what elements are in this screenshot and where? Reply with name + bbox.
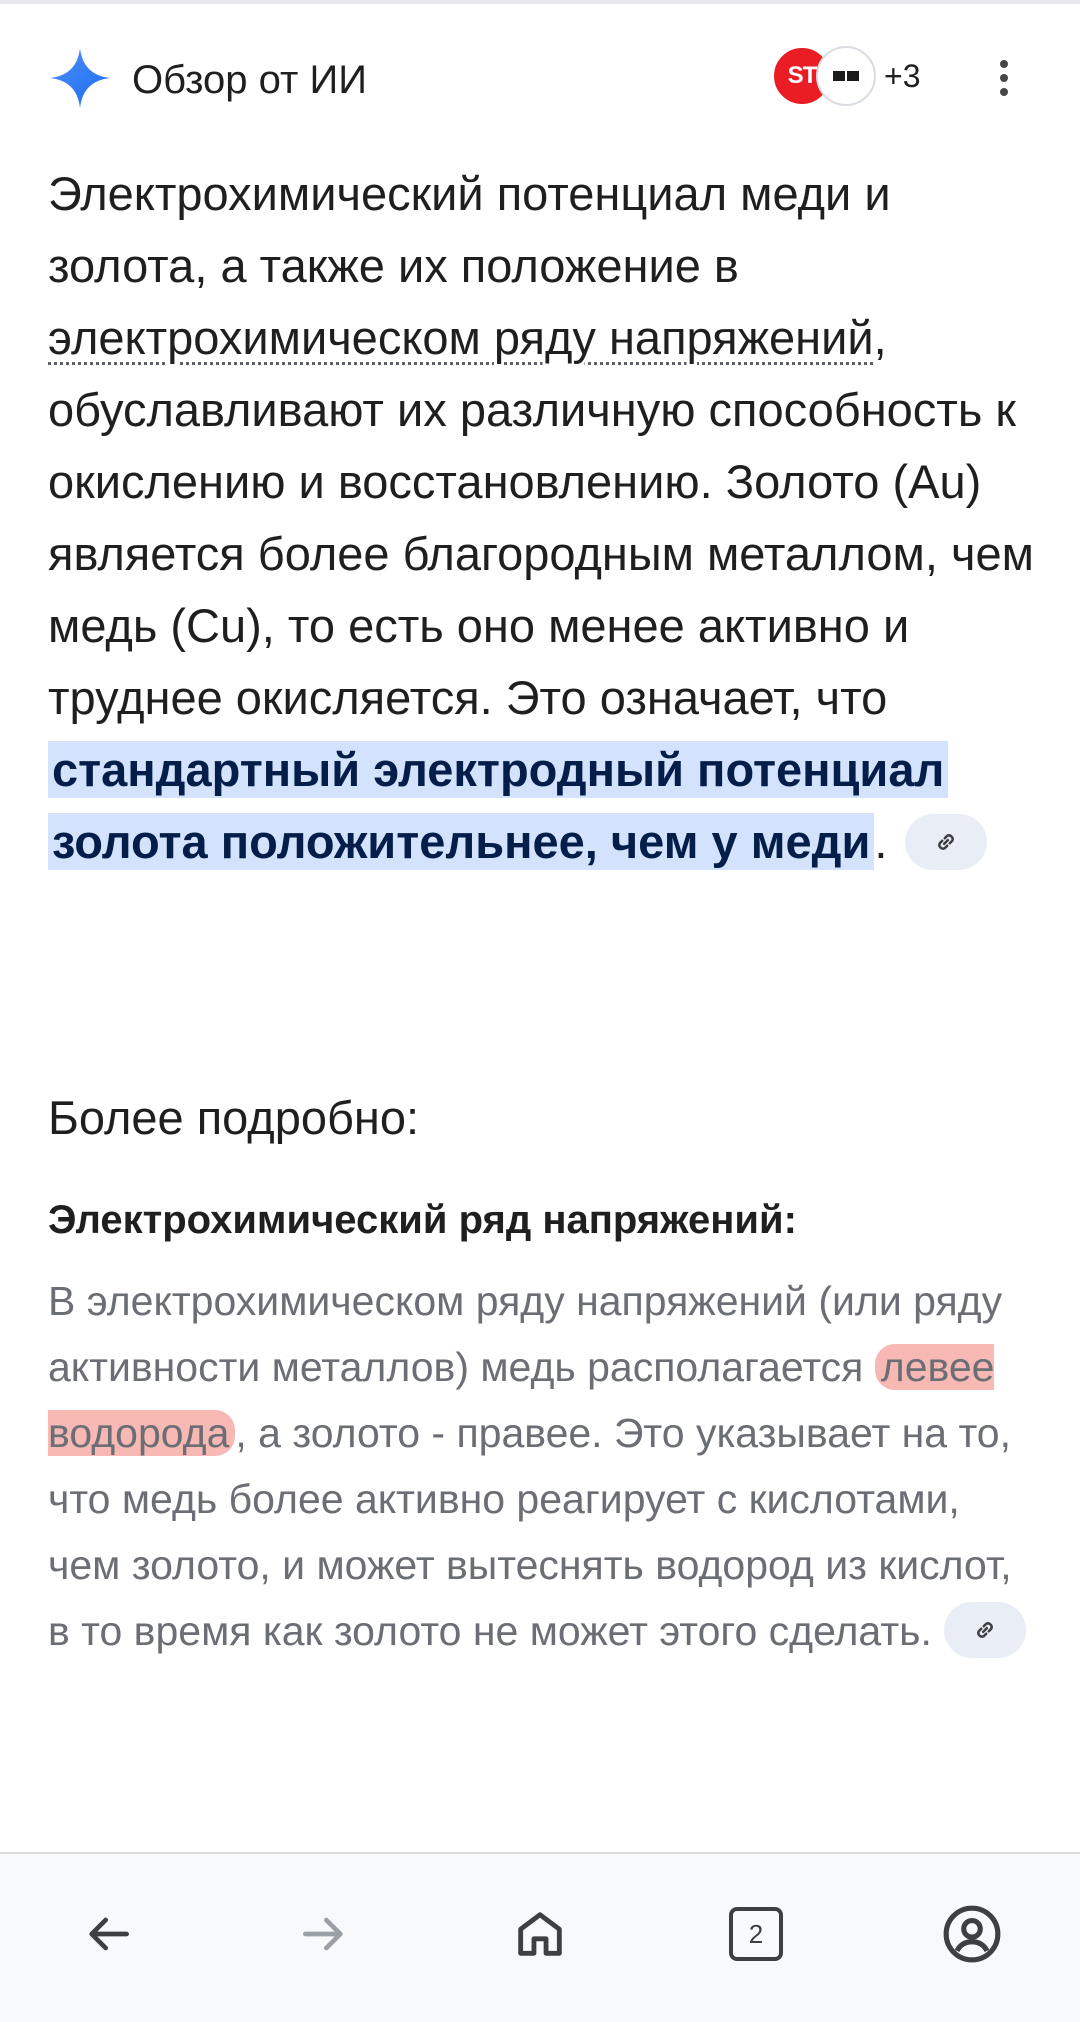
source-favicon-text: ST	[787, 62, 818, 89]
tabs-icon: 2	[729, 1907, 783, 1961]
tabs-button[interactable]: 2	[716, 1894, 796, 1974]
highlighted-statement: стандартный электродный потенциал золота…	[48, 741, 949, 870]
ai-overview-header: Обзор от ИИ ST +3	[0, 30, 1080, 126]
account-button[interactable]	[932, 1894, 1012, 1974]
back-arrow-icon	[89, 1917, 129, 1951]
forward-arrow-icon	[303, 1917, 343, 1951]
home-button[interactable]	[500, 1894, 580, 1974]
browser-bottom-bar: 2	[0, 1852, 1080, 2022]
overview-text-part2: , обуславливают их различную способность…	[48, 311, 1034, 724]
gemini-spark-icon	[48, 46, 112, 115]
tab-count: 2	[748, 1918, 764, 1949]
subsection-title: Электрохимический ряд напряжений:	[48, 1198, 797, 1242]
section-title: Более подробно:	[48, 1091, 420, 1144]
home-icon	[518, 1912, 562, 1956]
citation-link-button[interactable]	[905, 813, 988, 870]
overview-text-part1: Электрохимический потенциал меди и золот…	[48, 167, 891, 292]
source-favicon-2	[816, 46, 876, 106]
detail-text-part1: В электрохимическом ряду напряжений (или…	[48, 1278, 1003, 1390]
more-vert-icon[interactable]	[984, 50, 1024, 106]
detail-paragraph: В электрохимическом ряду напряжений (или…	[48, 1268, 1038, 1664]
overview-text-part3: .	[874, 815, 888, 868]
overview-paragraph: Электрохимический потенциал меди и золот…	[48, 158, 1038, 878]
back-button[interactable]	[68, 1894, 148, 1974]
link-icon	[977, 1622, 993, 1639]
forward-button[interactable]	[284, 1894, 364, 1974]
sources-more-count: +3	[884, 58, 921, 94]
account-icon	[943, 1905, 1001, 1963]
series-link[interactable]: электрохимическом ряду напряжений	[48, 311, 874, 364]
citation-link-button-2[interactable]	[943, 1602, 1026, 1659]
sources-button[interactable]: ST +3	[772, 46, 932, 110]
top-divider	[0, 0, 1080, 4]
header-title: Обзор от ИИ	[132, 58, 367, 102]
link-icon	[938, 833, 955, 850]
